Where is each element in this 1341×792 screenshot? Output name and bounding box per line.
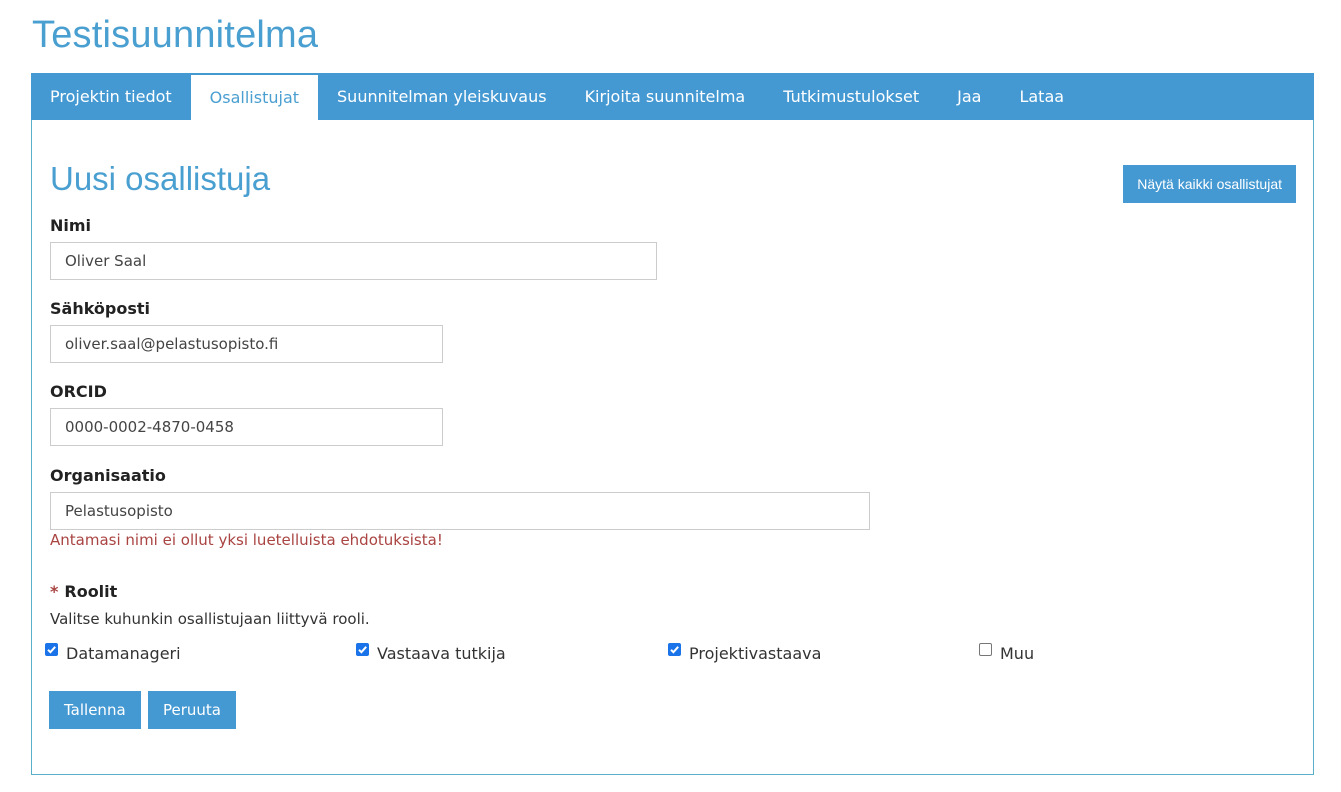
role-vastaava-tutkija[interactable]: Vastaava tutkija <box>356 641 506 663</box>
roles-help-text: Valitse kuhunkin osallistujaan liittyvä … <box>50 610 370 628</box>
show-all-participants-button[interactable]: Näytä kaikki osallistujat <box>1123 165 1296 203</box>
tab-tutkimustulokset[interactable]: Tutkimustulokset <box>764 73 938 120</box>
save-button[interactable]: Tallenna <box>49 691 141 729</box>
role-label: Projektivastaava <box>689 644 822 663</box>
orcid-label: ORCID <box>50 382 107 401</box>
required-marker: * <box>50 582 59 601</box>
checkbox-checked-icon[interactable] <box>45 643 58 656</box>
name-label: Nimi <box>50 216 92 235</box>
checkbox-checked-icon[interactable] <box>356 643 369 656</box>
tab-jaa[interactable]: Jaa <box>938 73 1000 120</box>
organisation-error-message: Antamasi nimi ei ollut yksi luetelluista… <box>50 531 443 549</box>
role-label: Muu <box>1000 644 1035 663</box>
checkbox-checked-icon[interactable] <box>668 643 681 656</box>
tab-suunnitelman-yleiskuvaus[interactable]: Suunnitelman yleiskuvaus <box>318 73 566 120</box>
roles-label: * Roolit <box>50 582 117 601</box>
role-muu[interactable]: Muu <box>979 641 1034 663</box>
role-label: Datamanageri <box>66 644 181 663</box>
tab-kirjoita-suunnitelma[interactable]: Kirjoita suunnitelma <box>566 73 765 120</box>
orcid-input[interactable] <box>50 408 443 446</box>
participant-form-panel: Uusi osallistuja Näytä kaikki osallistuj… <box>31 120 1314 775</box>
form-title: Uusi osallistuja <box>50 160 271 197</box>
email-label: Sähköposti <box>50 299 151 318</box>
checkbox-unchecked-icon[interactable] <box>979 643 992 656</box>
name-input[interactable] <box>50 242 657 280</box>
email-input[interactable] <box>50 325 443 363</box>
roles-label-text: Roolit <box>64 582 118 601</box>
organisation-input[interactable] <box>50 492 870 530</box>
role-projektivastaava[interactable]: Projektivastaava <box>668 641 821 663</box>
cancel-button[interactable]: Peruuta <box>148 691 236 729</box>
tab-lataa[interactable]: Lataa <box>1000 73 1083 120</box>
tab-osallistujat[interactable]: Osallistujat <box>190 75 319 120</box>
organisation-label: Organisaatio <box>50 466 166 485</box>
tab-projektin-tiedot[interactable]: Projektin tiedot <box>31 73 191 120</box>
main-tabs: Projektin tiedot Osallistujat Suunnitelm… <box>31 73 1314 120</box>
page-title: Testisuunnitelma <box>32 14 319 56</box>
role-label: Vastaava tutkija <box>377 644 506 663</box>
role-datamanageri[interactable]: Datamanageri <box>45 641 181 663</box>
